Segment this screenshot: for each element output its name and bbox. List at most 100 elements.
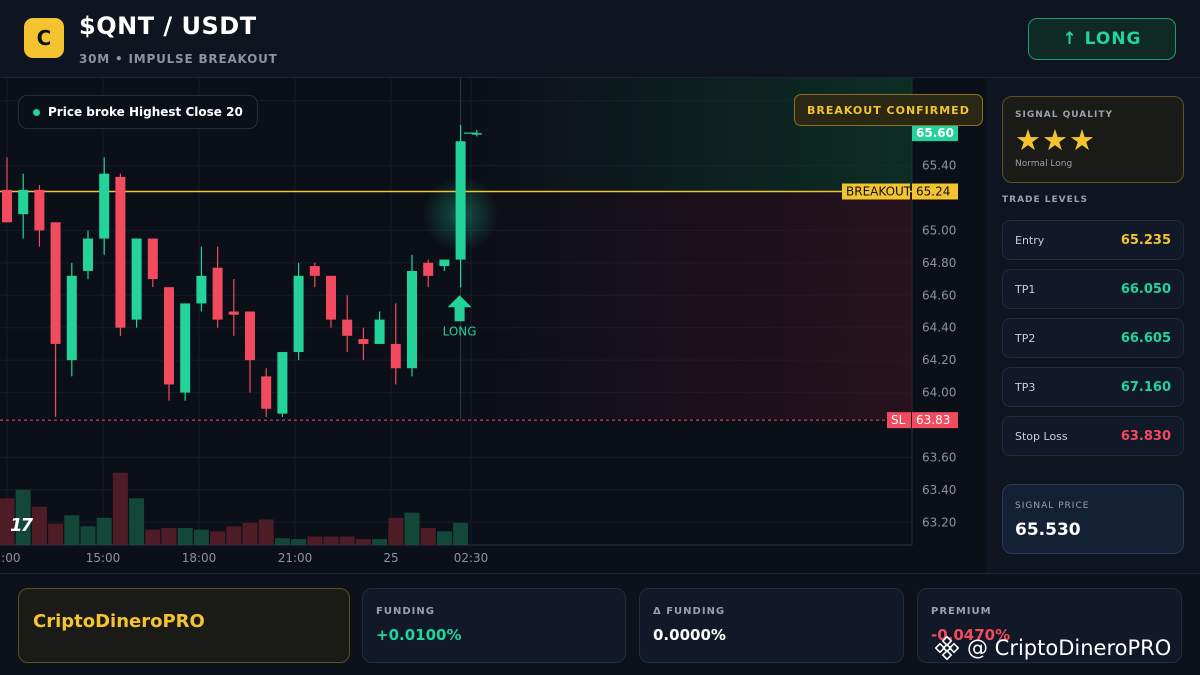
- current-price-tag-text: 65.60: [916, 126, 954, 140]
- price-tick-label: 63.60: [922, 450, 956, 464]
- time-tick-label: 02:30: [454, 551, 489, 565]
- volume-bar: [80, 526, 96, 545]
- breakout-line-tag-text: BREAKOUT: [846, 185, 912, 199]
- candle-body: [423, 262, 434, 276]
- volume-bar: [129, 498, 145, 545]
- time-tick-label: 15:00: [86, 551, 121, 565]
- level-value: 66.605: [1120, 331, 1171, 346]
- price-tick-label: 63.20: [922, 515, 956, 529]
- price-tick-label: 65.00: [922, 223, 956, 237]
- current-price-tag: 65.60: [912, 125, 958, 142]
- candle: [293, 262, 304, 361]
- footer-stats: CriptoDineroPRO FUNDING +0.0100% Δ FUNDI…: [0, 573, 1200, 675]
- volume-bar: [339, 536, 355, 545]
- volume-bar: [161, 528, 177, 545]
- candle: [180, 303, 191, 401]
- signal-price-value: 65.530: [1015, 520, 1081, 540]
- candle: [407, 254, 417, 377]
- candle-body: [164, 287, 174, 385]
- signal-panel: SIGNAL QUALITY ★★★ Normal Long TRADE LEV…: [986, 78, 1200, 573]
- candle-body: [196, 275, 207, 304]
- sl-line-tag: SL: [887, 412, 911, 429]
- level-label: TP2: [1015, 332, 1036, 345]
- time-tick-label: 25: [383, 551, 398, 565]
- watermark-text: @ CriptoDineroPRO: [967, 636, 1172, 660]
- candle-body: [407, 270, 417, 369]
- volume-bar: [436, 531, 452, 545]
- time-tick-label: 2:00: [0, 551, 20, 565]
- tradingview-logo: 17: [10, 515, 33, 536]
- level-value: 66.050: [1120, 282, 1171, 297]
- candle-body: [115, 176, 126, 328]
- breakout-price-tag: 65.24: [912, 183, 958, 200]
- candle-body: [147, 238, 158, 280]
- sl-price-tag: 63.83: [912, 412, 958, 429]
- price-chart[interactable]: 65.8065.4065.0064.8064.6064.4064.2064.00…: [0, 78, 985, 573]
- candle-body: [66, 275, 77, 361]
- candle-body: [439, 259, 450, 267]
- volume-bar: [193, 529, 209, 545]
- candle: [196, 246, 207, 312]
- candle: [390, 303, 401, 385]
- candle: [83, 230, 93, 280]
- chart-canvas[interactable]: 65.8065.4065.0064.8064.6064.4064.2064.00…: [0, 78, 985, 573]
- breakout-note-chip: Price broke Highest Close 20: [18, 95, 258, 129]
- sl-price-tag-text: 63.83: [916, 413, 950, 427]
- volume-bar: [258, 519, 274, 545]
- level-stop-loss: Stop Loss 63.830: [1002, 416, 1184, 456]
- candle: [131, 238, 142, 328]
- level-label: Entry: [1015, 234, 1045, 247]
- volume-bar: [355, 539, 371, 545]
- sl-line-tag-text: SL: [891, 413, 906, 427]
- candle: [34, 185, 45, 247]
- candle-body: [374, 319, 385, 344]
- candle-body: [212, 267, 223, 320]
- volume-bar: [145, 529, 161, 545]
- candle-body: [293, 275, 304, 353]
- volume-bar: [64, 515, 80, 545]
- volume-bar: [226, 526, 242, 545]
- signal-price-card: SIGNAL PRICE 65.530: [1002, 484, 1184, 554]
- candle-body: [2, 189, 12, 223]
- candle-body: [99, 173, 110, 239]
- signal-quality-label: SIGNAL QUALITY: [1015, 110, 1113, 120]
- volume-bar: [274, 538, 290, 545]
- breakout-price-tag-text: 65.24: [916, 185, 950, 199]
- delta-funding-value: 0.0000%: [653, 626, 726, 644]
- candle: [164, 287, 174, 401]
- candle-body: [455, 141, 466, 260]
- candle-body: [34, 189, 45, 231]
- level-value: 63.830: [1120, 429, 1171, 444]
- candle: [358, 327, 369, 361]
- price-tick-label: 64.80: [922, 256, 956, 270]
- candle: [326, 275, 336, 328]
- brand-name: CriptoDineroPRO: [33, 611, 205, 632]
- funding-card: FUNDING +0.0100%: [362, 588, 626, 663]
- volume-bars: [0, 472, 469, 545]
- delta-funding-label: Δ FUNDING: [653, 606, 726, 617]
- volume-bar: [388, 517, 404, 545]
- candle: [50, 222, 61, 417]
- pair-title: $QNT / USDT: [79, 12, 257, 40]
- candle: [147, 238, 158, 288]
- breakout-note: Price broke Highest Close 20: [48, 105, 243, 119]
- time-tick-label: 21:00: [278, 551, 313, 565]
- trade-zones: [422, 78, 912, 421]
- candle-body: [309, 266, 320, 276]
- candle: [309, 262, 320, 288]
- volume-bar: [31, 506, 47, 545]
- binance-diamond-icon: [935, 636, 959, 660]
- volume-bar: [291, 539, 307, 545]
- status-dot: [33, 108, 40, 116]
- long-button[interactable]: ↑ LONG: [1028, 18, 1176, 60]
- candle: [277, 352, 288, 417]
- price-tick-label: 64.40: [922, 321, 956, 335]
- loss-zone: [458, 191, 912, 421]
- candle-body: [342, 319, 353, 336]
- volume-bar: [404, 512, 420, 545]
- level-label: TP1: [1015, 283, 1036, 296]
- volume-bar: [323, 536, 339, 545]
- candle-body: [261, 376, 272, 409]
- level-tp3: TP3 67.160: [1002, 367, 1184, 407]
- trade-levels-title: TRADE LEVELS: [1002, 195, 1088, 205]
